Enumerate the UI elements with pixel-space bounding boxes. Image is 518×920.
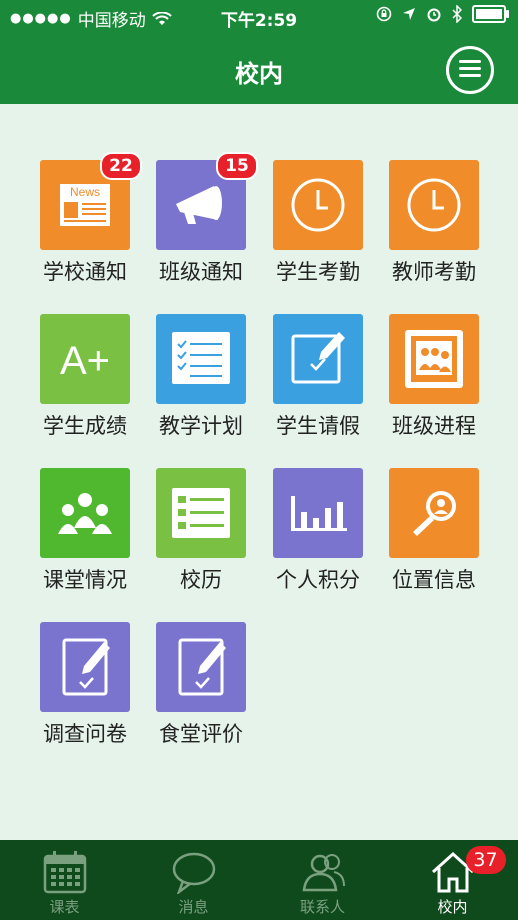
app-student-grades[interactable]: A+ 学生成绩 [40, 314, 130, 440]
app-label: 教学计划 [159, 414, 243, 438]
svg-text:A+: A+ [60, 339, 110, 383]
status-bar: ●●●●● 中国移动 下午2:59 [0, 0, 518, 34]
tab-label: 课表 [49, 898, 80, 916]
app-classroom-status[interactable]: 课堂情况 [40, 468, 130, 594]
app-school-calendar[interactable]: 校历 [156, 468, 246, 594]
app-location-info[interactable]: 位置信息 [389, 468, 479, 594]
rotation-lock-icon [376, 6, 392, 22]
survey-icon [178, 638, 226, 696]
tab-bar: 课表 消息 联系人 37 校内 [0, 840, 518, 920]
tab-label: 联系人 [299, 898, 345, 916]
app-canteen-review[interactable]: 食堂评价 [156, 622, 246, 748]
app-label: 个人积分 [276, 568, 360, 592]
tab-messages[interactable]: 消息 [129, 840, 258, 920]
grade-icon: A+ [60, 339, 110, 383]
clock-icon [407, 178, 461, 232]
notification-badge: 15 [216, 152, 258, 180]
edit-checkbox-icon [291, 332, 345, 384]
app-label: 学生成绩 [43, 414, 127, 438]
tab-campus[interactable]: 37 校内 [388, 840, 517, 920]
group-icon [58, 493, 112, 534]
tab-schedule[interactable]: 课表 [0, 840, 129, 920]
app-label: 校历 [180, 568, 222, 592]
hamburger-menu-icon [459, 60, 481, 63]
alarm-icon [427, 8, 441, 22]
app-school-notice[interactable]: News 22 学校通知 [40, 152, 142, 286]
app-label: 教师考勤 [392, 260, 476, 284]
app-label: 学生请假 [276, 414, 360, 438]
app-class-notice[interactable]: 15 班级通知 [156, 152, 258, 286]
app-label: 学生考勤 [276, 260, 360, 284]
nav-bar: 校内 [0, 34, 518, 104]
app-teacher-attendance[interactable]: 教师考勤 [389, 160, 479, 286]
app-label: 调查问卷 [43, 722, 127, 746]
tab-label: 校内 [437, 898, 468, 916]
svg-text:News: News [70, 185, 100, 199]
battery-icon [472, 5, 509, 23]
app-label: 班级进程 [392, 414, 476, 438]
tab-contacts[interactable]: 联系人 [258, 840, 387, 920]
bluetooth-icon [452, 5, 462, 23]
contacts-icon [302, 854, 345, 892]
app-personal-points[interactable]: 个人积分 [273, 468, 363, 594]
app-label: 班级通知 [159, 260, 243, 284]
app-label: 课堂情况 [43, 568, 127, 592]
bar-chart-icon [291, 496, 347, 531]
calendar-icon [43, 851, 86, 894]
notification-badge: 22 [100, 152, 142, 180]
chat-bubble-icon [172, 852, 215, 896]
class-photo-icon [405, 330, 463, 388]
app-teaching-plan[interactable]: 教学计划 [156, 314, 246, 440]
clock-icon [291, 178, 345, 232]
location-search-icon [413, 491, 456, 536]
app-student-attendance[interactable]: 学生考勤 [273, 160, 363, 286]
menu-button[interactable] [446, 46, 494, 94]
location-arrow-icon [403, 8, 415, 20]
app-label: 食堂评价 [159, 722, 243, 746]
checklist-icon [172, 332, 230, 384]
app-label: 位置信息 [392, 568, 476, 592]
page-title: 校内 [235, 60, 283, 88]
app-student-leave[interactable]: 学生请假 [273, 314, 363, 440]
app-survey[interactable]: 调查问卷 [40, 622, 130, 748]
tab-label: 消息 [178, 898, 209, 916]
list-icon [172, 488, 230, 538]
notification-badge: 37 [465, 846, 506, 874]
survey-icon [62, 638, 110, 696]
app-class-progress[interactable]: 班级进程 [389, 314, 479, 440]
app-label: 学校通知 [43, 260, 127, 284]
